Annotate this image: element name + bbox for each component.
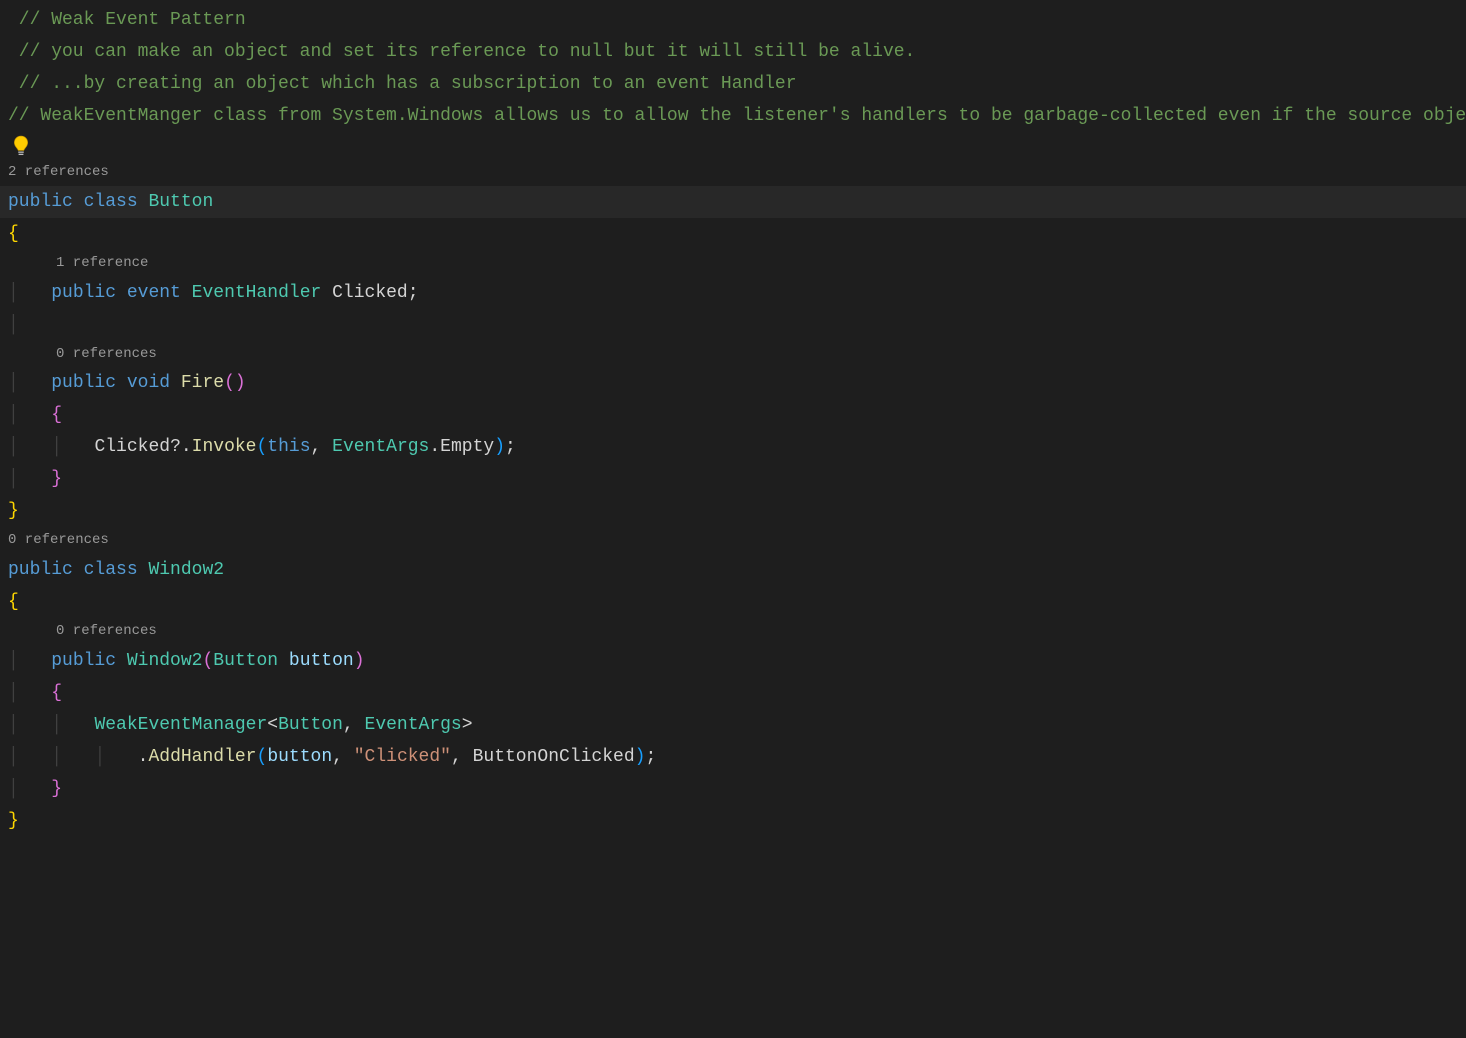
- open-paren: (: [224, 373, 235, 393]
- comma: ,: [311, 437, 322, 457]
- codelens-references[interactable]: 1 reference: [0, 250, 1466, 277]
- keyword-class: class: [84, 192, 138, 212]
- brace-line: {: [0, 218, 1466, 250]
- string-literal: "Clicked": [354, 747, 451, 767]
- brace-line: │ {: [0, 677, 1466, 709]
- brace-line: }: [0, 495, 1466, 527]
- close-brace: }: [8, 501, 19, 521]
- dot: .: [429, 437, 440, 457]
- close-brace: }: [8, 811, 19, 831]
- typename: EventArgs: [365, 715, 462, 735]
- arg: ButtonOnClicked: [473, 747, 635, 767]
- semicolon: ;: [408, 283, 419, 303]
- classname-window2: Window2: [148, 560, 224, 580]
- open-paren: (: [257, 747, 268, 767]
- codelens-references[interactable]: 0 references: [0, 527, 1466, 554]
- keyword-class: class: [84, 560, 138, 580]
- comment-line: // WeakEventManger class from System.Win…: [0, 100, 1466, 132]
- typename: Button: [278, 715, 343, 735]
- semicolon: ;: [505, 437, 516, 457]
- keyword-public: public: [51, 283, 116, 303]
- comma: ,: [343, 715, 354, 735]
- method-call: AddHandler: [148, 747, 256, 767]
- typename: EventArgs: [332, 437, 429, 457]
- code-editor[interactable]: // Weak Event Pattern // you can make an…: [0, 4, 1466, 837]
- member: Empty: [440, 437, 494, 457]
- brace-line: │ }: [0, 463, 1466, 495]
- event-name: Clicked: [332, 283, 408, 303]
- codelens-references[interactable]: 0 references: [0, 341, 1466, 368]
- close-brace: }: [51, 779, 62, 799]
- null-conditional: ?.: [170, 437, 192, 457]
- keyword-public: public: [51, 651, 116, 671]
- close-paren: ): [235, 373, 246, 393]
- comment-text: // you can make an object and set its re…: [8, 42, 915, 62]
- semicolon: ;: [645, 747, 656, 767]
- comment-text: // ...by creating an object which has a …: [8, 74, 797, 94]
- close-paren: ): [494, 437, 505, 457]
- param-type: Button: [213, 651, 278, 671]
- codelens-references[interactable]: 0 references: [0, 618, 1466, 645]
- open-brace: {: [8, 592, 19, 612]
- open-paren: (: [256, 437, 267, 457]
- method-call: Invoke: [192, 437, 257, 457]
- close-paren: ): [635, 747, 646, 767]
- open-brace: {: [51, 683, 62, 703]
- brace-line: }: [0, 805, 1466, 837]
- comment-text: // WeakEventManger class from System.Win…: [8, 106, 1466, 126]
- classname-button: Button: [148, 192, 213, 212]
- comment-line: // you can make an object and set its re…: [0, 36, 1466, 68]
- comment-text: // Weak Event Pattern: [8, 10, 246, 30]
- close-brace: }: [51, 469, 62, 489]
- constructor-declaration: │ public Window2(Button button): [0, 645, 1466, 677]
- identifier: Clicked: [94, 437, 170, 457]
- keyword-this: this: [267, 437, 310, 457]
- open-brace: {: [8, 224, 19, 244]
- comma: ,: [332, 747, 343, 767]
- angle-close: >: [462, 715, 473, 735]
- dot: .: [138, 747, 149, 767]
- typename: WeakEventManager: [94, 715, 267, 735]
- keyword-public: public: [8, 192, 73, 212]
- brace-line: {: [0, 586, 1466, 618]
- statement-line: │ │ │ .AddHandler(button, "Clicked", But…: [0, 741, 1466, 773]
- method-name: Fire: [181, 373, 224, 393]
- lightbulb-icon: [12, 135, 30, 158]
- typename: EventHandler: [192, 283, 322, 303]
- keyword-void: void: [127, 373, 170, 393]
- statement-line: │ │ WeakEventManager<Button, EventArgs>: [0, 709, 1466, 741]
- keyword-event: event: [127, 283, 181, 303]
- brace-line: │ {: [0, 399, 1466, 431]
- lightbulb-quickfix[interactable]: [0, 132, 1466, 159]
- keyword-public: public: [51, 373, 116, 393]
- event-declaration: │ public event EventHandler Clicked;: [0, 277, 1466, 309]
- comment-line: // Weak Event Pattern: [0, 4, 1466, 36]
- keyword-public: public: [8, 560, 73, 580]
- comma: ,: [451, 747, 462, 767]
- close-paren: ): [354, 651, 365, 671]
- comment-line: // ...by creating an object which has a …: [0, 68, 1466, 100]
- codelens-references[interactable]: 2 references: [0, 159, 1466, 186]
- open-brace: {: [51, 405, 62, 425]
- class-declaration: public class Window2: [0, 554, 1466, 586]
- blank-line: │: [0, 309, 1466, 341]
- arg: button: [267, 747, 332, 767]
- method-declaration: │ public void Fire(): [0, 367, 1466, 399]
- angle-open: <: [267, 715, 278, 735]
- ctor-name: Window2: [127, 651, 203, 671]
- open-paren: (: [202, 651, 213, 671]
- class-declaration: public class Button: [0, 186, 1466, 218]
- brace-line: │ }: [0, 773, 1466, 805]
- statement-line: │ │ Clicked?.Invoke(this, EventArgs.Empt…: [0, 431, 1466, 463]
- param-name: button: [289, 651, 354, 671]
